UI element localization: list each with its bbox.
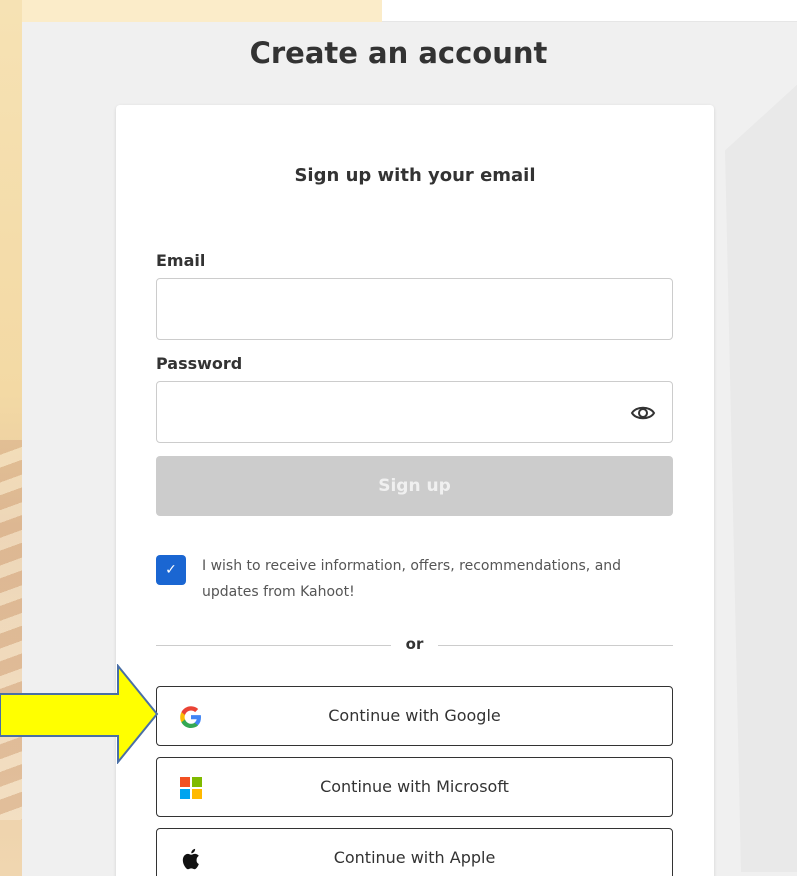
checkmark-icon: ✓ [165, 562, 177, 578]
signup-card: Sign up with your email Email Password S… [116, 105, 714, 876]
card-heading: Sign up with your email [294, 165, 536, 186]
yellow-arrow-annotation [0, 664, 159, 764]
or-divider: or [156, 635, 673, 657]
password-input[interactable] [156, 381, 673, 443]
page-title: Create an account [249, 36, 548, 70]
continue-with-apple-button[interactable]: Continue with Apple [156, 828, 673, 876]
background-decoration-right [725, 52, 797, 872]
microsoft-button-label: Continue with Microsoft [320, 777, 509, 796]
consent-text: I wish to receive information, offers, r… [202, 558, 622, 600]
top-bar [22, 0, 797, 22]
continue-with-google-button[interactable]: Continue with Google [156, 686, 673, 746]
email-label: Email [156, 251, 206, 270]
consent-row: ✓ I wish to receive information, offers,… [156, 550, 673, 610]
email-input[interactable] [156, 278, 673, 340]
password-label: Password [156, 354, 243, 373]
divider-text: or [405, 635, 424, 653]
consent-checkbox[interactable]: ✓ [156, 555, 186, 585]
signup-button[interactable]: Sign up [156, 456, 673, 516]
apple-button-label: Continue with Apple [333, 848, 496, 867]
google-button-label: Continue with Google [328, 706, 501, 725]
continue-with-microsoft-button[interactable]: Continue with Microsoft [156, 757, 673, 817]
eye-icon[interactable] [630, 401, 656, 425]
divider-line-right [438, 645, 673, 646]
